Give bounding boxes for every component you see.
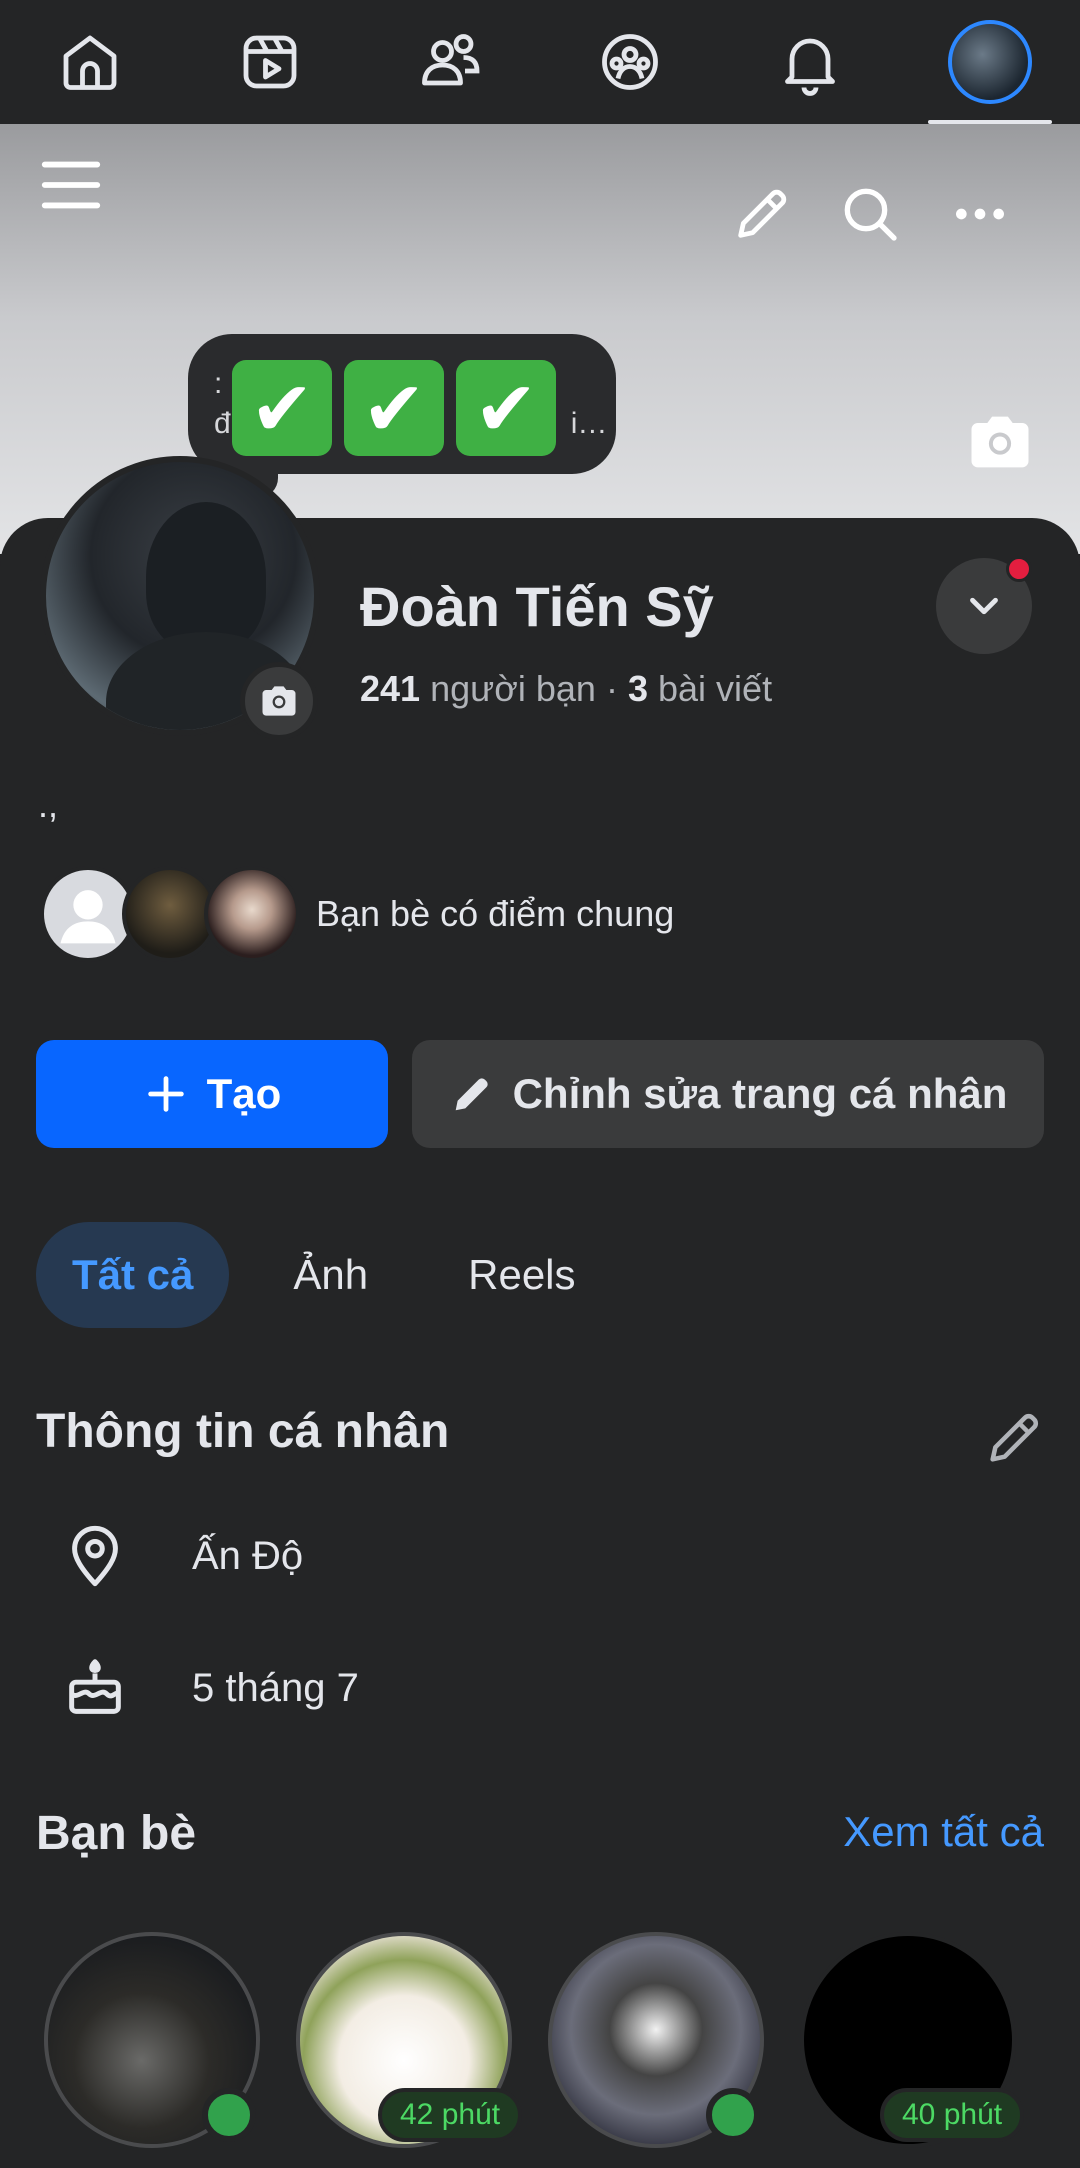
- profile-bio: .,: [38, 784, 59, 825]
- camera-icon: [262, 686, 296, 716]
- status-note-bubble[interactable]: : đ i… ✔ ✔ ✔: [188, 334, 616, 474]
- nav-reels[interactable]: [180, 0, 360, 124]
- pencil-icon: [455, 1078, 488, 1111]
- birthday-cake-icon: [69, 1659, 121, 1714]
- last-active-badge: 40 phút: [880, 2088, 1025, 2142]
- profile-panel: [0, 518, 1080, 2168]
- check-mark-icon: ✔: [344, 360, 444, 456]
- friends-icon: [422, 34, 480, 86]
- reels-icon: [243, 35, 297, 89]
- create-button[interactable]: Tạo: [36, 1040, 388, 1148]
- profile-picture-camera-button[interactable]: [240, 662, 318, 740]
- check-emoji-row: ✔ ✔ ✔: [232, 360, 556, 456]
- nav-home[interactable]: [0, 0, 180, 124]
- menu-button[interactable]: [36, 150, 106, 220]
- more-button[interactable]: [948, 182, 1012, 246]
- profile-stats[interactable]: 241 người bạn · 3 bài viết: [360, 668, 772, 710]
- mutual-friends[interactable]: Bạn bè có điểm chung: [40, 864, 674, 964]
- profile-avatar: [948, 20, 1032, 104]
- chevron-down-icon: [970, 597, 998, 615]
- edit-cover-button[interactable]: [730, 182, 794, 246]
- edit-details-button[interactable]: [982, 1406, 1046, 1470]
- friends-section-title: Bạn bè: [36, 1807, 197, 1860]
- top-navigation: [0, 0, 1080, 124]
- bell-icon: [785, 38, 835, 96]
- camera-icon: [971, 416, 1029, 468]
- default-avatar-icon: [60, 890, 116, 944]
- check-mark-icon: ✔: [232, 360, 332, 456]
- search-button[interactable]: [838, 182, 902, 246]
- plus-icon: [147, 1076, 184, 1112]
- create-button-label: Tạo: [206, 1070, 282, 1117]
- check-mark-icon: ✔: [456, 360, 556, 456]
- nav-friends[interactable]: [360, 0, 540, 124]
- profile-name: Đoàn Tiến Sỹ: [360, 575, 714, 638]
- birthday-row: 5 tháng 7: [60, 1648, 359, 1728]
- location-row: Ấn Độ: [60, 1516, 303, 1596]
- about-section-title: Thông tin cá nhân: [36, 1405, 450, 1458]
- posts-label: bài viết: [658, 668, 773, 709]
- mutual-friend-avatar: [204, 866, 300, 962]
- cover-camera-button[interactable]: [962, 404, 1038, 480]
- mutual-friends-label: Bạn bè có điểm chung: [316, 893, 675, 934]
- location-pin-icon: [72, 1525, 118, 1587]
- stats-separator: ·: [605, 668, 618, 709]
- friends-label: người bạn: [430, 668, 596, 709]
- last-active-badge: 42 phút: [378, 2088, 523, 2142]
- tab-reels[interactable]: Reels: [432, 1222, 611, 1328]
- see-all-friends-link[interactable]: Xem tất cả: [843, 1808, 1044, 1856]
- profile-actions: Tạo Chỉnh sửa trang cá nhân: [36, 1040, 1044, 1148]
- groups-icon: [602, 34, 658, 90]
- more-icon: [956, 208, 1004, 220]
- tab-photos[interactable]: Ảnh: [257, 1222, 404, 1328]
- edit-profile-button[interactable]: Chỉnh sửa trang cá nhân: [412, 1040, 1044, 1148]
- search-icon: [844, 188, 897, 241]
- friends-list: 42 phút 40 phút: [44, 1932, 1044, 2168]
- friends-count: 241: [360, 668, 421, 709]
- nav-notifications[interactable]: [720, 0, 900, 124]
- nav-profile[interactable]: [900, 0, 1080, 124]
- posts-count: 3: [627, 668, 648, 709]
- profile-tabs: Tất cả Ảnh Reels: [36, 1222, 640, 1328]
- nav-groups[interactable]: [540, 0, 720, 124]
- edit-profile-label: Chỉnh sửa trang cá nhân: [512, 1070, 1008, 1117]
- location-text: Ấn Độ: [192, 1533, 304, 1578]
- online-status-dot: [706, 2088, 760, 2142]
- online-status-dot: [202, 2088, 256, 2142]
- home-icon: [63, 35, 117, 90]
- birthday-text: 5 tháng 7: [192, 1665, 359, 1710]
- pencil-icon: [738, 189, 787, 238]
- tab-all[interactable]: Tất cả: [36, 1222, 230, 1328]
- notification-dot: [1006, 556, 1032, 582]
- pencil-icon: [990, 1414, 1038, 1462]
- menu-icon: [41, 161, 101, 209]
